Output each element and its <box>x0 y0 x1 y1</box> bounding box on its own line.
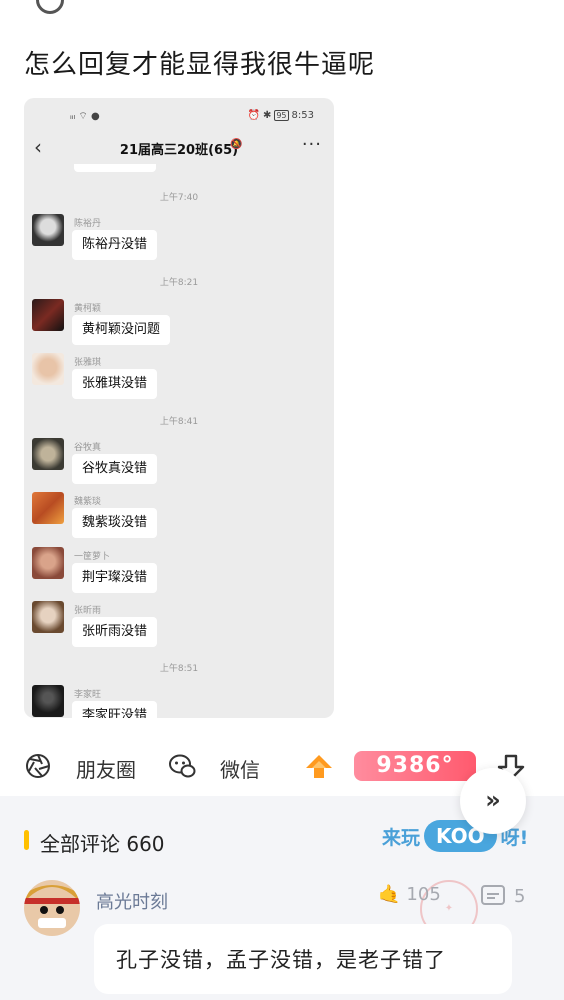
like-icon: 🤙 <box>378 884 401 905</box>
section-accent <box>24 830 29 850</box>
chat-title: 21届高三20班(65) <box>119 143 239 158</box>
avatar <box>32 438 64 470</box>
battery-icon: 95 <box>274 110 289 121</box>
sender-name: 陈裕丹 <box>74 219 102 229</box>
avatar <box>32 353 64 385</box>
timestamp: 上午8:41 <box>159 417 199 427</box>
message-bubble: 张雅琪没错 <box>72 369 158 399</box>
wechat-icon[interactable] <box>168 752 196 780</box>
score-badge: 9386° <box>354 751 476 781</box>
sender-name: 黄柯颖 <box>74 304 102 314</box>
mute-bell-icon: 🔕 <box>230 139 243 150</box>
scrolled-avatar-edge <box>36 0 64 14</box>
timestamp: 上午8:51 <box>159 664 199 674</box>
alarm-icon: ⏰ <box>247 110 260 121</box>
avatar <box>32 214 64 246</box>
avatar <box>32 547 64 579</box>
wechat-label[interactable]: 微信 <box>220 754 260 783</box>
message-bubble: 黄柯颖没问题 <box>72 315 171 345</box>
sender-name: 谷牧真 <box>74 443 102 453</box>
timestamp: 上午8:21 <box>159 278 199 288</box>
message-bubble: 张昕雨没错 <box>72 617 158 647</box>
comment-text[interactable]: 孔子没错，孟子没错，是老子错了 <box>94 924 512 994</box>
expand-button[interactable]: » <box>460 768 526 834</box>
timestamp: 上午7:40 <box>159 193 199 203</box>
post-page: 怎么回复才能显得我很牛逼呢 ᵢᵢₗ ⌔ ● ⏰ ✱ 95 8:53 ‹ 21届高… <box>0 0 564 1000</box>
more-icon: ··· <box>301 134 322 155</box>
commenter-name[interactable]: 高光时刻 <box>96 888 168 914</box>
avatar <box>32 685 64 717</box>
avatar <box>32 299 64 331</box>
status-bar: ᵢᵢₗ ⌔ ● ⏰ ✱ 95 8:53 <box>24 98 334 134</box>
sender-name: 张昕雨 <box>74 606 102 616</box>
like-button[interactable]: 🤙 105 <box>378 884 441 905</box>
chat-list: 上午7:40 陈裕丹 陈裕丹没错 上午8:21 黄柯颖 黄柯颖没问题 张雅琪 张… <box>24 164 334 718</box>
moments-label[interactable]: 朋友圈 <box>76 754 136 783</box>
post-title: 怎么回复才能显得我很牛逼呢 <box>24 50 376 80</box>
sender-name: 魏紫琰 <box>74 497 102 507</box>
post-image[interactable]: ᵢᵢₗ ⌔ ● ⏰ ✱ 95 8:53 ‹ 21届高三20班(65) 🔕 ···… <box>24 98 334 718</box>
partial-bubble <box>74 164 156 172</box>
avatar <box>32 492 64 524</box>
avatar-image <box>24 880 80 936</box>
reply-icon <box>481 885 505 905</box>
signal-icon: ᵢᵢₗ ⌔ ● <box>70 111 100 122</box>
reply-button[interactable]: 5 <box>480 884 525 908</box>
message-bubble: 谷牧真没错 <box>72 454 158 484</box>
bluetooth-icon: ✱ <box>262 110 272 121</box>
comments-header: 全部评论 660 <box>40 832 165 856</box>
message-bubble: 荆宇璨没错 <box>72 563 158 593</box>
message-bubble: 李家旺没错 <box>72 701 158 718</box>
status-right: ⏰ ✱ 95 8:53 <box>247 110 314 121</box>
sender-name: 一筐萝卜 <box>74 552 111 562</box>
moments-icon[interactable] <box>24 752 52 780</box>
like-count: 105 <box>406 884 441 905</box>
commenter-avatar[interactable] <box>24 880 80 936</box>
chat-header: ‹ 21届高三20班(65) 🔕 ··· <box>24 134 334 164</box>
sender-name: 张雅琪 <box>74 358 102 368</box>
status-time: 8:53 <box>291 110 314 121</box>
promo-prefix: 来玩 <box>382 826 421 849</box>
upvote-icon[interactable] <box>304 752 334 782</box>
message-bubble: 魏紫琰没错 <box>72 508 158 538</box>
reply-count: 5 <box>514 885 526 907</box>
message-bubble: 陈裕丹没错 <box>72 230 158 260</box>
avatar <box>32 601 64 633</box>
sender-name: 李家旺 <box>74 690 102 700</box>
